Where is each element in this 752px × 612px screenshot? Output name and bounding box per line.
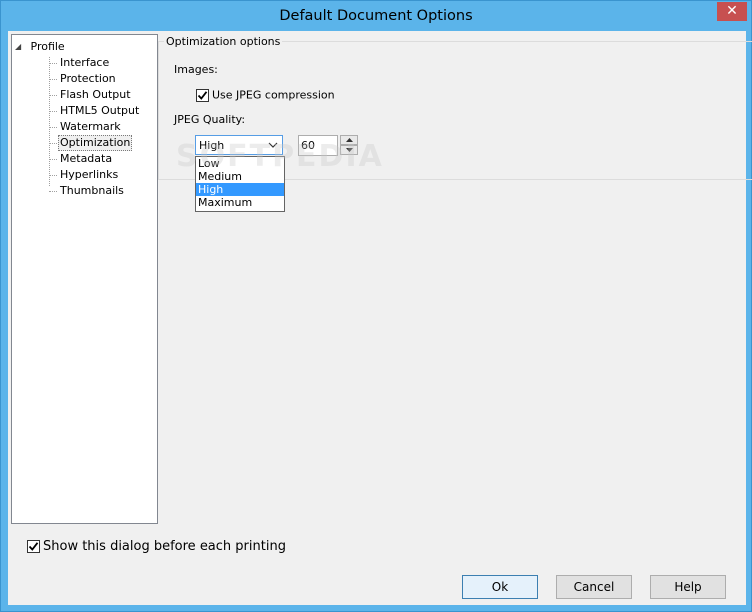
profile-tree[interactable]: ◢ Profile Interface Protection Flash Out…: [11, 34, 158, 524]
tree-item-optimization[interactable]: Optimization: [49, 135, 133, 151]
help-button[interactable]: Help: [650, 575, 726, 599]
jpeg-quality-label: JPEG Quality:: [174, 113, 246, 126]
window-title: Default Document Options: [279, 8, 473, 24]
ok-button[interactable]: Ok: [462, 575, 538, 599]
tree-item-protection[interactable]: Protection: [49, 71, 118, 87]
tree-item-hyperlinks[interactable]: Hyperlinks: [49, 167, 120, 183]
tree-item-interface[interactable]: Interface: [49, 55, 111, 71]
arrow-up-icon: [346, 138, 353, 142]
close-button[interactable]: ✕: [717, 2, 747, 21]
tree-item-flash-output[interactable]: Flash Output: [49, 87, 133, 103]
close-icon: ✕: [726, 3, 738, 19]
tree-item-watermark[interactable]: Watermark: [49, 119, 123, 135]
use-jpeg-compression-checkbox[interactable]: Use JPEG compression: [196, 88, 335, 102]
dialog-window: Default Document Options ✕ ◢ Profile Int…: [0, 0, 752, 612]
images-label: Images:: [174, 63, 218, 76]
checkmark-icon[interactable]: [196, 88, 209, 102]
quality-dropdown-list[interactable]: Low Medium High Maximum: [195, 156, 285, 212]
dialog-client-area: ◢ Profile Interface Protection Flash Out…: [8, 31, 752, 605]
tree-item-thumbnails[interactable]: Thumbnails: [49, 183, 126, 199]
option-medium[interactable]: Medium: [196, 170, 284, 183]
collapse-triangle-icon[interactable]: ◢: [15, 39, 25, 55]
chevron-down-icon[interactable]: [268, 138, 278, 152]
combobox-value: High: [199, 139, 225, 152]
checkmark-icon[interactable]: [27, 540, 40, 553]
option-maximum[interactable]: Maximum: [196, 196, 284, 209]
tree-item-html5-output[interactable]: HTML5 Output: [49, 103, 141, 119]
option-high[interactable]: High: [196, 183, 284, 196]
spin-down-button[interactable]: [340, 145, 358, 155]
tree-root-profile[interactable]: ◢ Profile: [15, 39, 65, 55]
show-dialog-checkbox[interactable]: Show this dialog before each printing: [27, 539, 286, 554]
tree-root-label: Profile: [30, 40, 65, 53]
arrow-down-icon: [346, 148, 353, 152]
option-low[interactable]: Low: [196, 157, 284, 170]
quality-value-input[interactable]: 60: [298, 135, 338, 156]
jpeg-quality-combobox[interactable]: High: [195, 135, 283, 155]
tree-item-metadata[interactable]: Metadata: [49, 151, 114, 167]
title-bar[interactable]: Default Document Options ✕: [1, 1, 751, 31]
spin-up-button[interactable]: [340, 135, 358, 145]
cancel-button[interactable]: Cancel: [556, 575, 632, 599]
group-title: Optimization options: [164, 34, 283, 49]
